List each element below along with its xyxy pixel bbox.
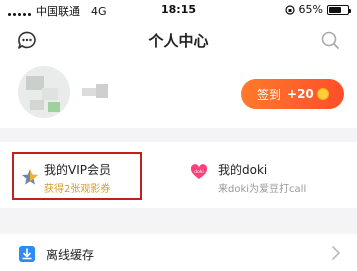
vip-card[interactable]: 我的VIP会员 获得2张观影券 bbox=[12, 152, 142, 200]
chevron-right-icon bbox=[332, 246, 340, 260]
coin-icon bbox=[316, 88, 329, 100]
orientation-lock-icon bbox=[284, 4, 295, 15]
doki-title[interactable]: 我的doki bbox=[218, 161, 267, 178]
profile-section: 签到 +20 bbox=[0, 60, 357, 128]
status-right: 65% bbox=[284, 3, 351, 16]
svg-text:doki: doki bbox=[194, 169, 203, 175]
member-cards: 我的VIP会员 获得2张观影券 doki 我的doki 来doki为爱豆打cal… bbox=[0, 142, 357, 208]
section-divider bbox=[0, 208, 357, 234]
nav-bar: 个人中心 bbox=[0, 20, 357, 60]
checkin-points: +20 bbox=[287, 87, 314, 101]
doki-heart-icon: doki bbox=[190, 164, 208, 179]
username-blurred-part bbox=[96, 84, 108, 98]
list-item-label: 离线缓存 bbox=[46, 248, 95, 262]
battery-icon bbox=[327, 4, 351, 15]
page-title: 个人中心 bbox=[148, 32, 209, 50]
download-icon bbox=[19, 246, 35, 262]
checkin-label: 签到 bbox=[257, 87, 282, 102]
doki-subtitle: 来doki为爱豆打call bbox=[218, 184, 307, 195]
vip-star-icon bbox=[22, 169, 38, 185]
checkin-button[interactable]: 签到 +20 bbox=[241, 79, 344, 109]
vip-subtitle: 获得2张观影券 bbox=[44, 184, 111, 195]
battery-level bbox=[329, 6, 341, 13]
list-item-offline-cache[interactable]: 离线缓存 bbox=[0, 234, 357, 271]
section-divider bbox=[0, 128, 357, 142]
status-bar: 中国联通 4G 18:15 65% bbox=[0, 0, 357, 20]
vip-title: 我的VIP会员 bbox=[44, 163, 111, 177]
avatar[interactable] bbox=[18, 66, 70, 118]
search-icon[interactable] bbox=[319, 29, 341, 51]
battery-percent: 65% bbox=[298, 3, 323, 16]
